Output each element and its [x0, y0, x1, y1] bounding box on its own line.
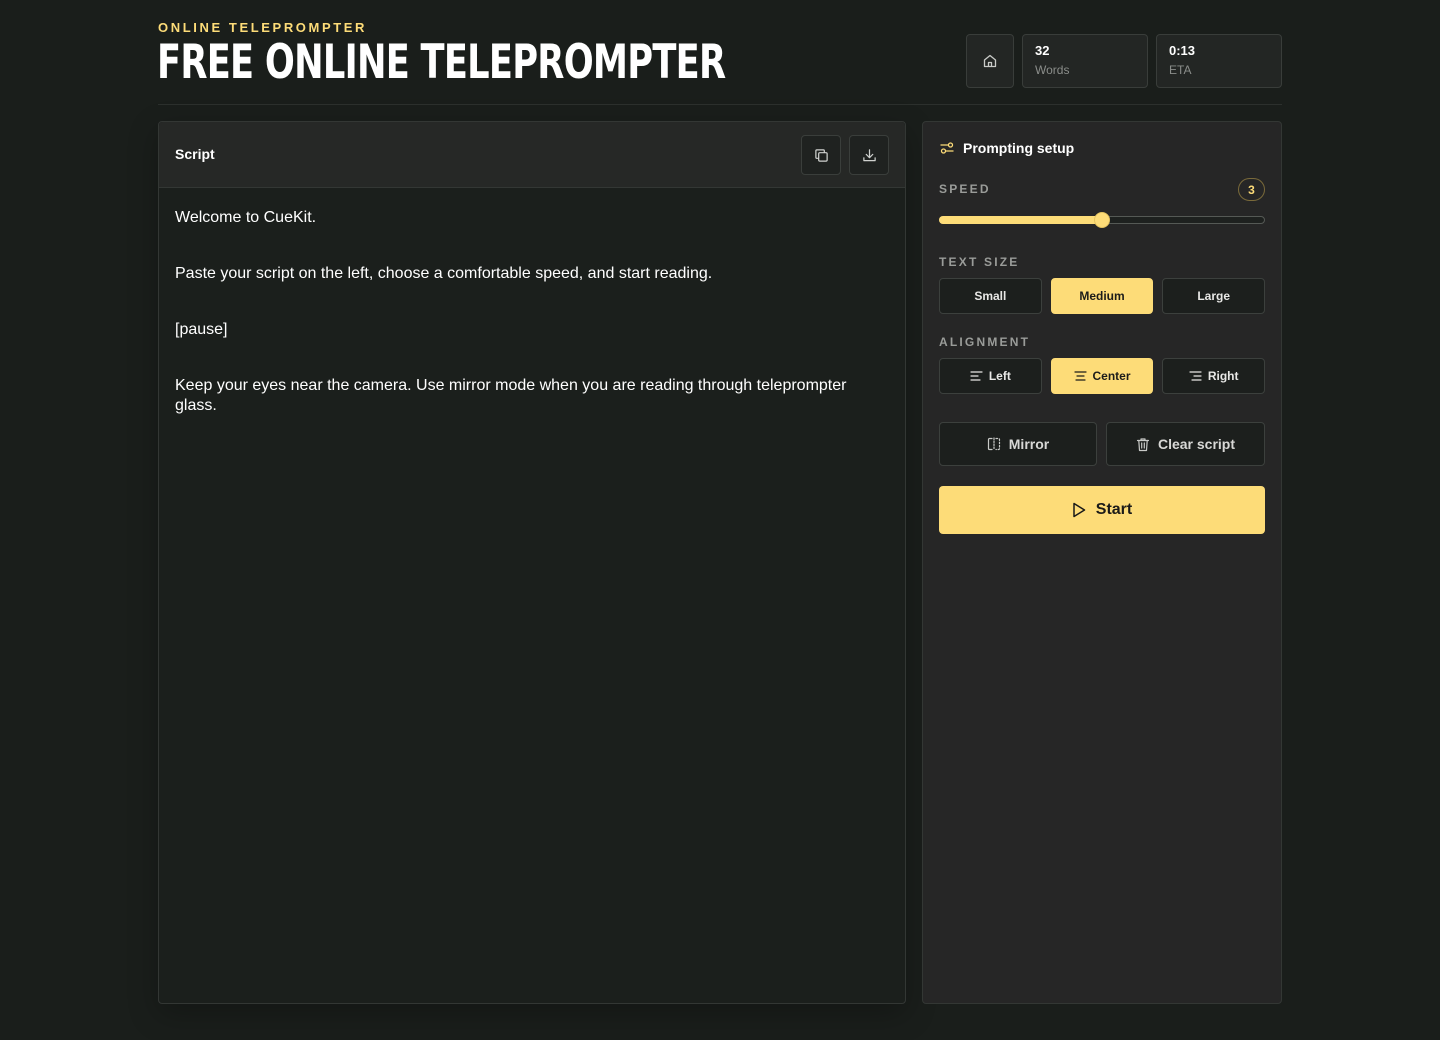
play-icon: [1072, 502, 1086, 518]
align-left-button[interactable]: Left: [939, 358, 1042, 394]
clear-script-label: Clear script: [1157, 436, 1236, 452]
align-right-label: Right: [1207, 369, 1239, 383]
mirror-label: Mirror: [1008, 436, 1050, 452]
clear-script-button[interactable]: Clear script: [1106, 422, 1265, 466]
start-button[interactable]: Start: [939, 486, 1265, 534]
align-center-button[interactable]: Center: [1050, 358, 1154, 394]
align-center-label: Center: [1092, 369, 1131, 383]
download-button[interactable]: [849, 135, 889, 175]
speed-slider-fill: [939, 216, 1102, 224]
script-line: [pause]: [175, 321, 228, 338]
align-left-label: Left: [988, 369, 1011, 383]
script-line: Keep your eyes near the camera. Use mirr…: [175, 377, 847, 414]
page-header: ONLINE TELEPROMPTER FREE ONLINE TELEPROM…: [157, 0, 1282, 105]
speed-label: SPEED: [939, 182, 991, 196]
setup-title-label: Prompting setup: [963, 140, 1075, 156]
eta-stat: 0:13 ETA: [1156, 34, 1282, 88]
trash-icon: [1136, 437, 1150, 452]
sliders-icon: [939, 140, 955, 156]
page-title: FREE ONLINE TELEPROMPTER: [157, 35, 726, 90]
text-size-large-button[interactable]: Large: [1162, 278, 1266, 314]
align-right-icon: [1189, 370, 1202, 382]
align-center-icon: [1073, 370, 1087, 382]
copy-icon: [814, 148, 829, 163]
speed-slider[interactable]: [939, 211, 1265, 229]
script-title: Script: [175, 146, 215, 162]
download-icon: [862, 148, 877, 163]
alignment-options: Left Center Right: [939, 358, 1266, 394]
mirror-button[interactable]: Mirror: [939, 422, 1097, 466]
setup-actions: Mirror Clear script: [939, 422, 1265, 466]
script-line: Welcome to CueKit.: [175, 209, 317, 226]
text-size-options: Small Medium Large: [939, 278, 1266, 314]
text-size-small-button[interactable]: Small: [939, 278, 1042, 314]
copy-button[interactable]: [801, 135, 841, 175]
start-label: Start: [1095, 501, 1133, 518]
page-eyebrow: ONLINE TELEPROMPTER: [158, 20, 368, 35]
text-size-label: TEXT SIZE: [939, 255, 1020, 269]
setup-title: Prompting setup: [939, 140, 1074, 156]
script-panel: Script Welcome to CueKit. Paste your scr…: [158, 121, 906, 1004]
script-editor[interactable]: Welcome to CueKit. Paste your script on …: [159, 188, 905, 472]
setup-panel: Prompting setup SPEED 3 TEXT SIZE Small …: [922, 121, 1282, 1004]
eta-value: 0:13: [1169, 43, 1196, 58]
word-count-value: 32: [1035, 43, 1050, 58]
home-button[interactable]: [966, 34, 1014, 88]
eta-label: ETA: [1169, 63, 1192, 77]
speed-slider-thumb[interactable]: [1094, 212, 1110, 228]
script-panel-header: Script: [159, 122, 905, 188]
home-icon: [982, 53, 998, 69]
mirror-icon: [987, 437, 1001, 451]
alignment-label: ALIGNMENT: [939, 335, 1031, 349]
script-line: Paste your script on the left, choose a …: [175, 265, 713, 282]
text-size-medium-button[interactable]: Medium: [1050, 278, 1154, 314]
word-count-label: Words: [1035, 63, 1070, 77]
page: ONLINE TELEPROMPTER FREE ONLINE TELEPROM…: [157, 0, 1282, 1040]
word-count-stat: 32 Words: [1022, 34, 1148, 88]
speed-value-badge: 3: [1238, 178, 1265, 201]
align-right-button[interactable]: Right: [1162, 358, 1266, 394]
align-left-icon: [970, 370, 983, 382]
